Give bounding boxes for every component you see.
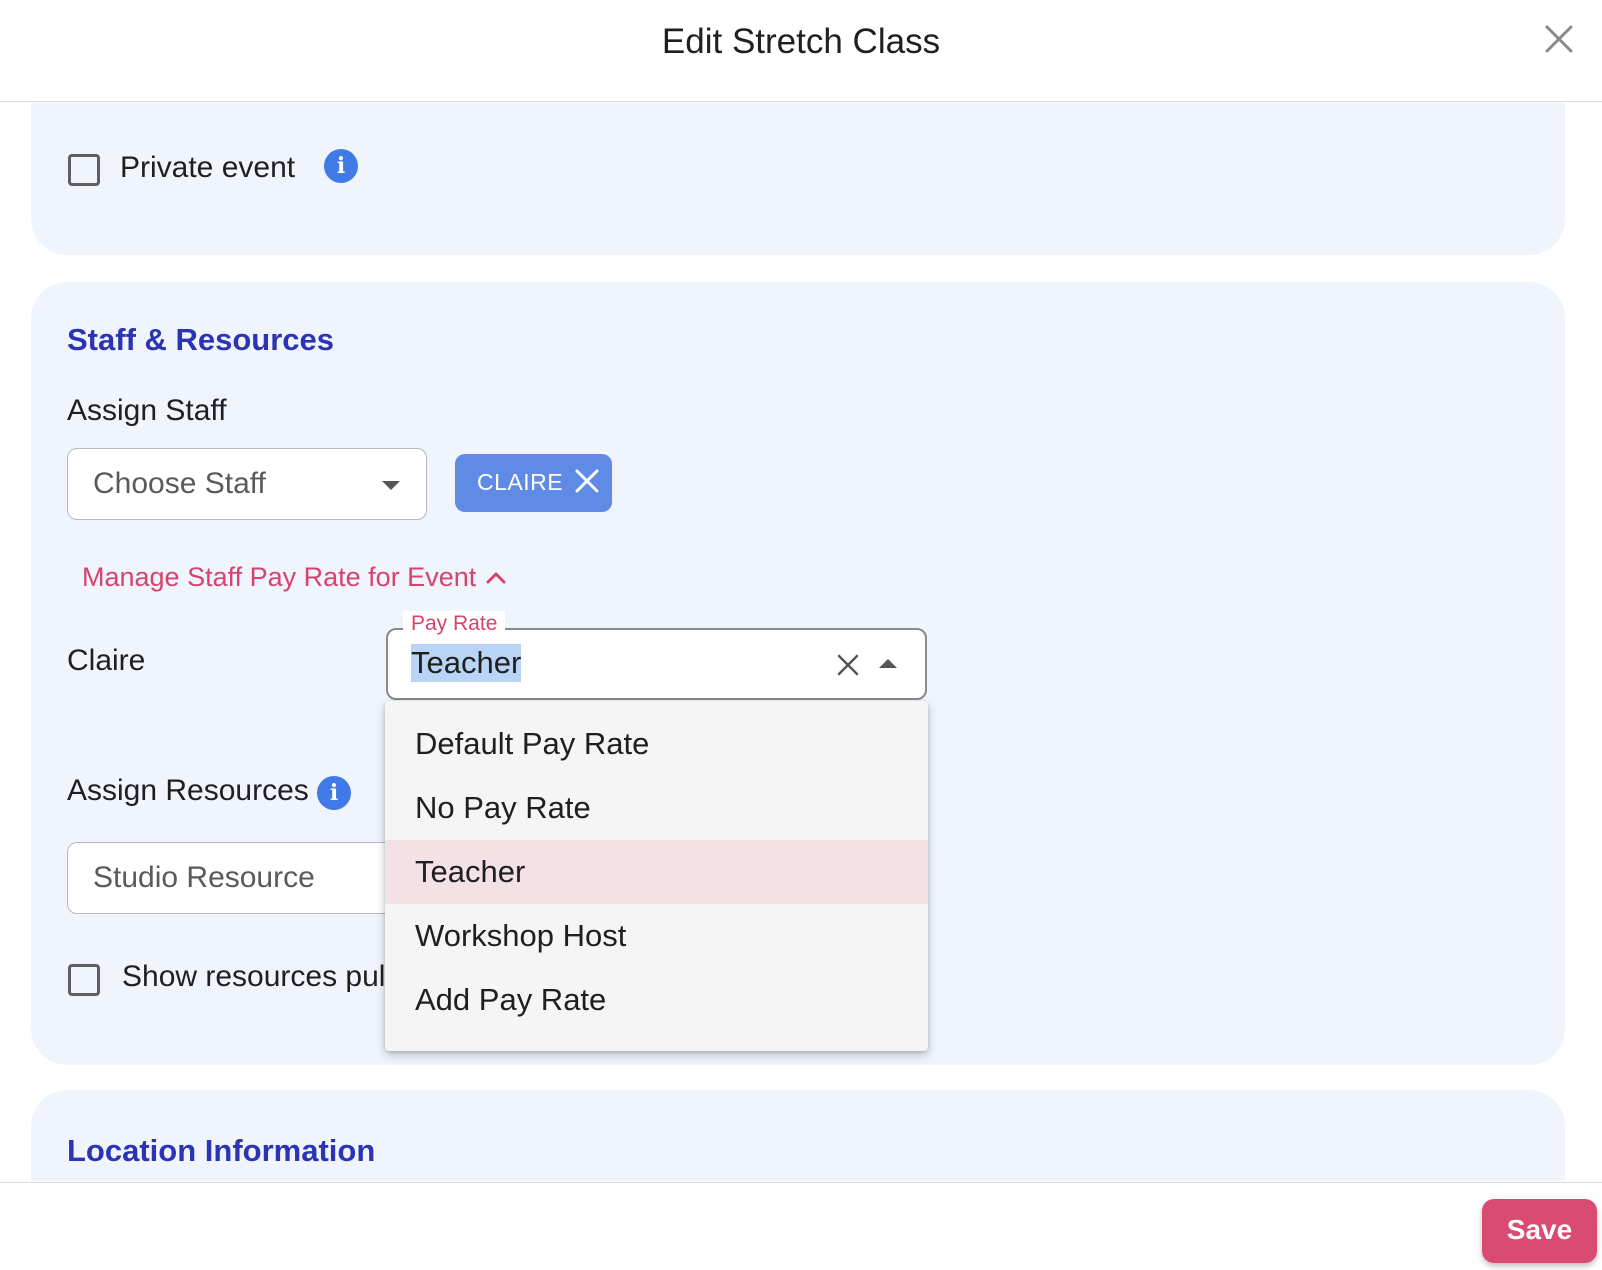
option-label: Teacher	[415, 854, 526, 889]
show-resources-checkbox[interactable]	[68, 964, 100, 996]
private-event-label: Private event	[120, 151, 296, 184]
option-label: Add Pay Rate	[415, 982, 607, 1017]
caret-down-icon	[382, 481, 400, 490]
choose-staff-placeholder: Choose Staff	[93, 467, 266, 500]
option-label: Default Pay Rate	[415, 726, 650, 761]
assign-resources-label: Assign Resources	[67, 774, 309, 807]
pay-rate-field-label: Pay Rate	[403, 611, 506, 637]
modal-footer: Save	[0, 1182, 1602, 1270]
chevron-up-icon[interactable]	[485, 568, 507, 586]
section-title-location: Location Information	[67, 1133, 376, 1168]
save-button[interactable]: Save	[1482, 1199, 1597, 1263]
caret-up-icon[interactable]	[879, 659, 897, 668]
assign-staff-label: Assign Staff	[67, 394, 227, 427]
general-settings-card: Private event i	[31, 103, 1565, 255]
modal-title: Edit Stretch Class	[661, 22, 941, 61]
dropdown-option[interactable]: No Pay Rate	[385, 776, 928, 840]
staff-chip-label: CLAIRE	[477, 469, 564, 495]
staff-chip-claire: CLAIRE	[455, 454, 612, 512]
clear-icon[interactable]	[835, 652, 861, 678]
private-event-checkbox[interactable]	[68, 154, 100, 186]
dropdown-option-highlighted[interactable]: Teacher	[385, 840, 928, 904]
info-icon[interactable]: i	[324, 149, 358, 183]
dropdown-option-add[interactable]: Add Pay Rate	[385, 968, 928, 1032]
studio-resource-placeholder: Studio Resource	[93, 861, 315, 894]
pay-rate-dropdown: Default Pay Rate No Pay Rate Teacher Wor…	[385, 701, 928, 1051]
dropdown-option[interactable]: Default Pay Rate	[385, 712, 928, 776]
save-button-label: Save	[1506, 1214, 1573, 1245]
remove-chip-icon[interactable]	[573, 467, 601, 495]
show-resources-label: Show resources pul	[122, 960, 386, 993]
info-icon[interactable]: i	[317, 776, 351, 810]
studio-resource-select[interactable]: Studio Resource	[67, 842, 427, 914]
option-label: Workshop Host	[415, 918, 627, 953]
section-title-staff-resources: Staff & Resources	[67, 322, 335, 357]
close-icon[interactable]	[1540, 20, 1578, 58]
modal-header: Edit Stretch Class	[0, 0, 1602, 102]
choose-staff-select[interactable]: Choose Staff	[67, 448, 427, 520]
pay-rate-staff-name: Claire	[67, 644, 146, 677]
manage-pay-rate-toggle[interactable]: Manage Staff Pay Rate for Event	[82, 562, 476, 593]
pay-rate-value[interactable]: Teacher	[411, 644, 522, 682]
dropdown-option[interactable]: Workshop Host	[385, 904, 928, 968]
pay-rate-input[interactable]: Teacher	[386, 628, 927, 700]
option-label: No Pay Rate	[415, 790, 591, 825]
